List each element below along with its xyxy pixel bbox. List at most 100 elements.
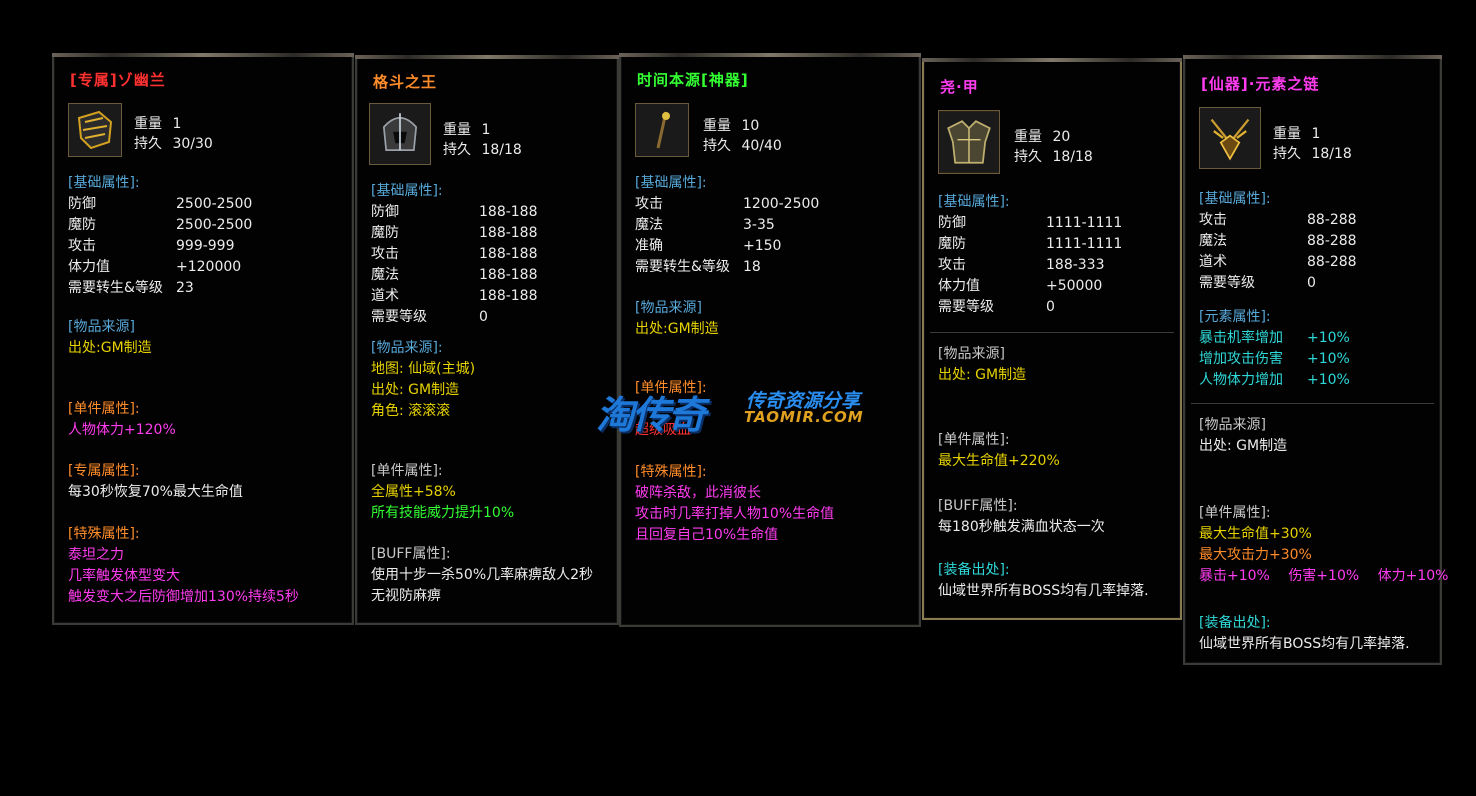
helmet-icon [369,103,431,165]
item-tooltip-5: [仙器]·元素之链 重量 1 持久 18/18 [基础属性]: 攻击 88-288… [1183,55,1448,665]
attr-line: 最大攻击力+30% [1199,547,1312,563]
special-attributes: [特殊属性]: 破阵杀敌，此消彼长 攻击时几率打掉人物10%生命值 且回复自己1… [635,462,913,546]
single-attributes: [单件属性]: 全属性+58% 所有技能威力提升10% [371,461,611,524]
section-heading: [基础属性]: [371,183,443,199]
section-heading: [装备出处]: [938,562,1010,578]
attr-row: 攻击 88-288 [1199,212,1357,228]
section-heading: [基础属性]: [635,175,707,191]
durability-value: 30/30 [172,136,213,152]
attr-row: 需要等级 0 [371,309,488,325]
attr-row: 需要转生&等级 23 [68,280,194,296]
attr-line: 每180秒触发满血状态一次 [938,519,1105,535]
attr-line: 每30秒恢复70%最大生命值 [68,484,243,500]
weight-label: 重量 [443,122,471,138]
durability-label: 持久 [1273,146,1301,162]
section-heading: [物品来源]: [371,340,443,356]
attr-row: 魔防 1111-1111 [938,236,1123,252]
attr-row: 魔防 2500-2500 [68,217,253,233]
attr-row: 攻击 1200-2500 [635,196,820,212]
single-attributes: [单件属性]: 人物体力+120% [68,399,346,441]
attr-row: 攻击 188-333 [938,257,1105,273]
section-heading: [BUFF属性]: [371,546,451,562]
buff-attributes: [BUFF属性]: 每180秒触发满血状态一次 [938,496,1174,538]
section-heading: [物品来源] [938,346,1005,362]
source-line: 出处:GM制造 [635,321,719,337]
weight-value: 20 [1052,129,1071,145]
attr-line: 最大生命值+30% [1199,526,1312,542]
attr-line: 几率触发体型变大 [68,568,180,584]
base-attributes: [基础属性]: 攻击 88-288 魔法 88-288 道术 88-288 需要等级 0 [1199,189,1434,294]
section-heading: [物品来源] [68,319,135,335]
attr-row: 人物体力增加 +10% [1199,372,1350,388]
attr-line: 人物体力+120% [68,422,176,438]
attr-row: 需要转生&等级 18 [635,259,761,275]
attr-line: 泰坦之力 [68,547,124,563]
attr-row: 道术 188-188 [371,288,538,304]
attr-row: 准确 +150 [635,238,782,254]
attr-row: 道术 88-288 [1199,254,1357,270]
source-line: 地图: 仙域(主城) [371,361,476,377]
attr-line: 仙域世界所有BOSS均有几率掉落. [1199,636,1410,652]
durability-row: 持久 40/40 [703,135,782,155]
divider [1191,403,1434,404]
section-heading: [特殊属性]: [68,526,140,542]
attr-row: 魔防 188-188 [371,225,538,241]
item-tooltip-2: 格斗之王 重量 1 持久 18/18 [基础属性]: 防御 188-188 魔防 1… [355,55,619,625]
durability-row: 持久 18/18 [1014,146,1093,166]
weight-row: 重量 10 [703,115,759,135]
exclusive-attributes: [专属属性]: 每30秒恢复70%最大生命值 [68,461,346,503]
weight-label: 重量 [703,118,731,134]
section-heading: [元素属性]: [1199,309,1271,325]
special-attributes: [特殊属性]: 泰坦之力 几率触发体型变大 触发变大之后防御增加130%持续5秒 [68,524,346,608]
attr-row: 体力值 +120000 [68,259,242,275]
staff-icon [635,103,689,157]
weight-label: 重量 [1014,129,1042,145]
attr-line: 使用十步一杀50%几率麻痹敌人2秒 [371,567,594,583]
section-heading: [单件属性]: [1199,505,1271,521]
weight-value: 1 [1311,126,1321,142]
watermark-logo-text: 淘传奇 [596,393,706,437]
attr-row: 防御 2500-2500 [68,196,253,212]
source-line: 角色: 滚滚滚 [371,403,451,419]
attr-row: 魔法 88-288 [1199,233,1357,249]
weight-row: 重量 20 [1014,126,1070,146]
buff-attributes: [BUFF属性]: 使用十步一杀50%几率麻痹敌人2秒 无视防麻痹 [371,544,611,607]
divider [930,332,1174,333]
durability-label: 持久 [443,142,471,158]
chest-armor-icon [938,110,1000,174]
section-heading: [特殊属性]: [635,464,707,480]
section-heading: [装备出处]: [1199,615,1271,631]
necklace-icon [1199,107,1261,169]
attr-line: 破阵杀敌，此消彼长 [635,485,761,501]
durability-row: 持久 18/18 [1273,143,1352,163]
attr-line: 暴击+10% 伤害+10% 体力+10% [1199,566,1448,587]
weight-value: 1 [172,116,182,132]
item-title: [专属]ゾ幽兰 [70,71,166,89]
item-tooltip-4: 尧·甲 重量 20 持久 18/18 [基础属性]: 防御 1111-1111 魔… [922,58,1182,620]
item-title: 时间本源[神器] [637,71,749,89]
attr-row: 防御 188-188 [371,204,538,220]
durability-label: 持久 [1014,149,1042,165]
durability-row: 持久 18/18 [443,139,522,159]
section-heading: [物品来源] [635,300,702,316]
attr-line: 触发变大之后防御增加130%持续5秒 [68,589,299,605]
drop-source: [装备出处]: 仙域世界所有BOSS均有几率掉落. [938,560,1174,602]
weight-value: 10 [741,118,760,134]
weight-row: 重量 1 [1273,123,1320,143]
item-source: [物品来源] 出处:GM制造 [635,298,913,340]
element-attributes: [元素属性]: 暴击机率增加 +10% 增加攻击伤害 +10% 人物体力增加 +10% [1199,307,1434,391]
attr-stamina: 体力+10% [1377,568,1449,584]
attr-row: 魔法 188-188 [371,267,538,283]
attr-line: 最大生命值+220% [938,453,1060,469]
attr-line: 全属性+58% [371,484,456,500]
source-line: 出处: GM制造 [371,382,460,398]
section-heading: [单件属性]: [938,432,1010,448]
attr-row: 攻击 188-188 [371,246,538,262]
durability-value: 18/18 [1311,146,1352,162]
section-heading: [专属属性]: [68,463,140,479]
watermark-logo: 淘传奇 传奇资源分享 TAOMIR.COM [596,384,886,437]
attr-row: 体力值 +50000 [938,278,1103,294]
attr-line: 攻击时几率打掉人物10%生命值 [635,506,835,522]
item-source: [物品来源] 出处: GM制造 [1199,415,1434,457]
attr-line: 且回复自己10%生命值 [635,527,779,543]
